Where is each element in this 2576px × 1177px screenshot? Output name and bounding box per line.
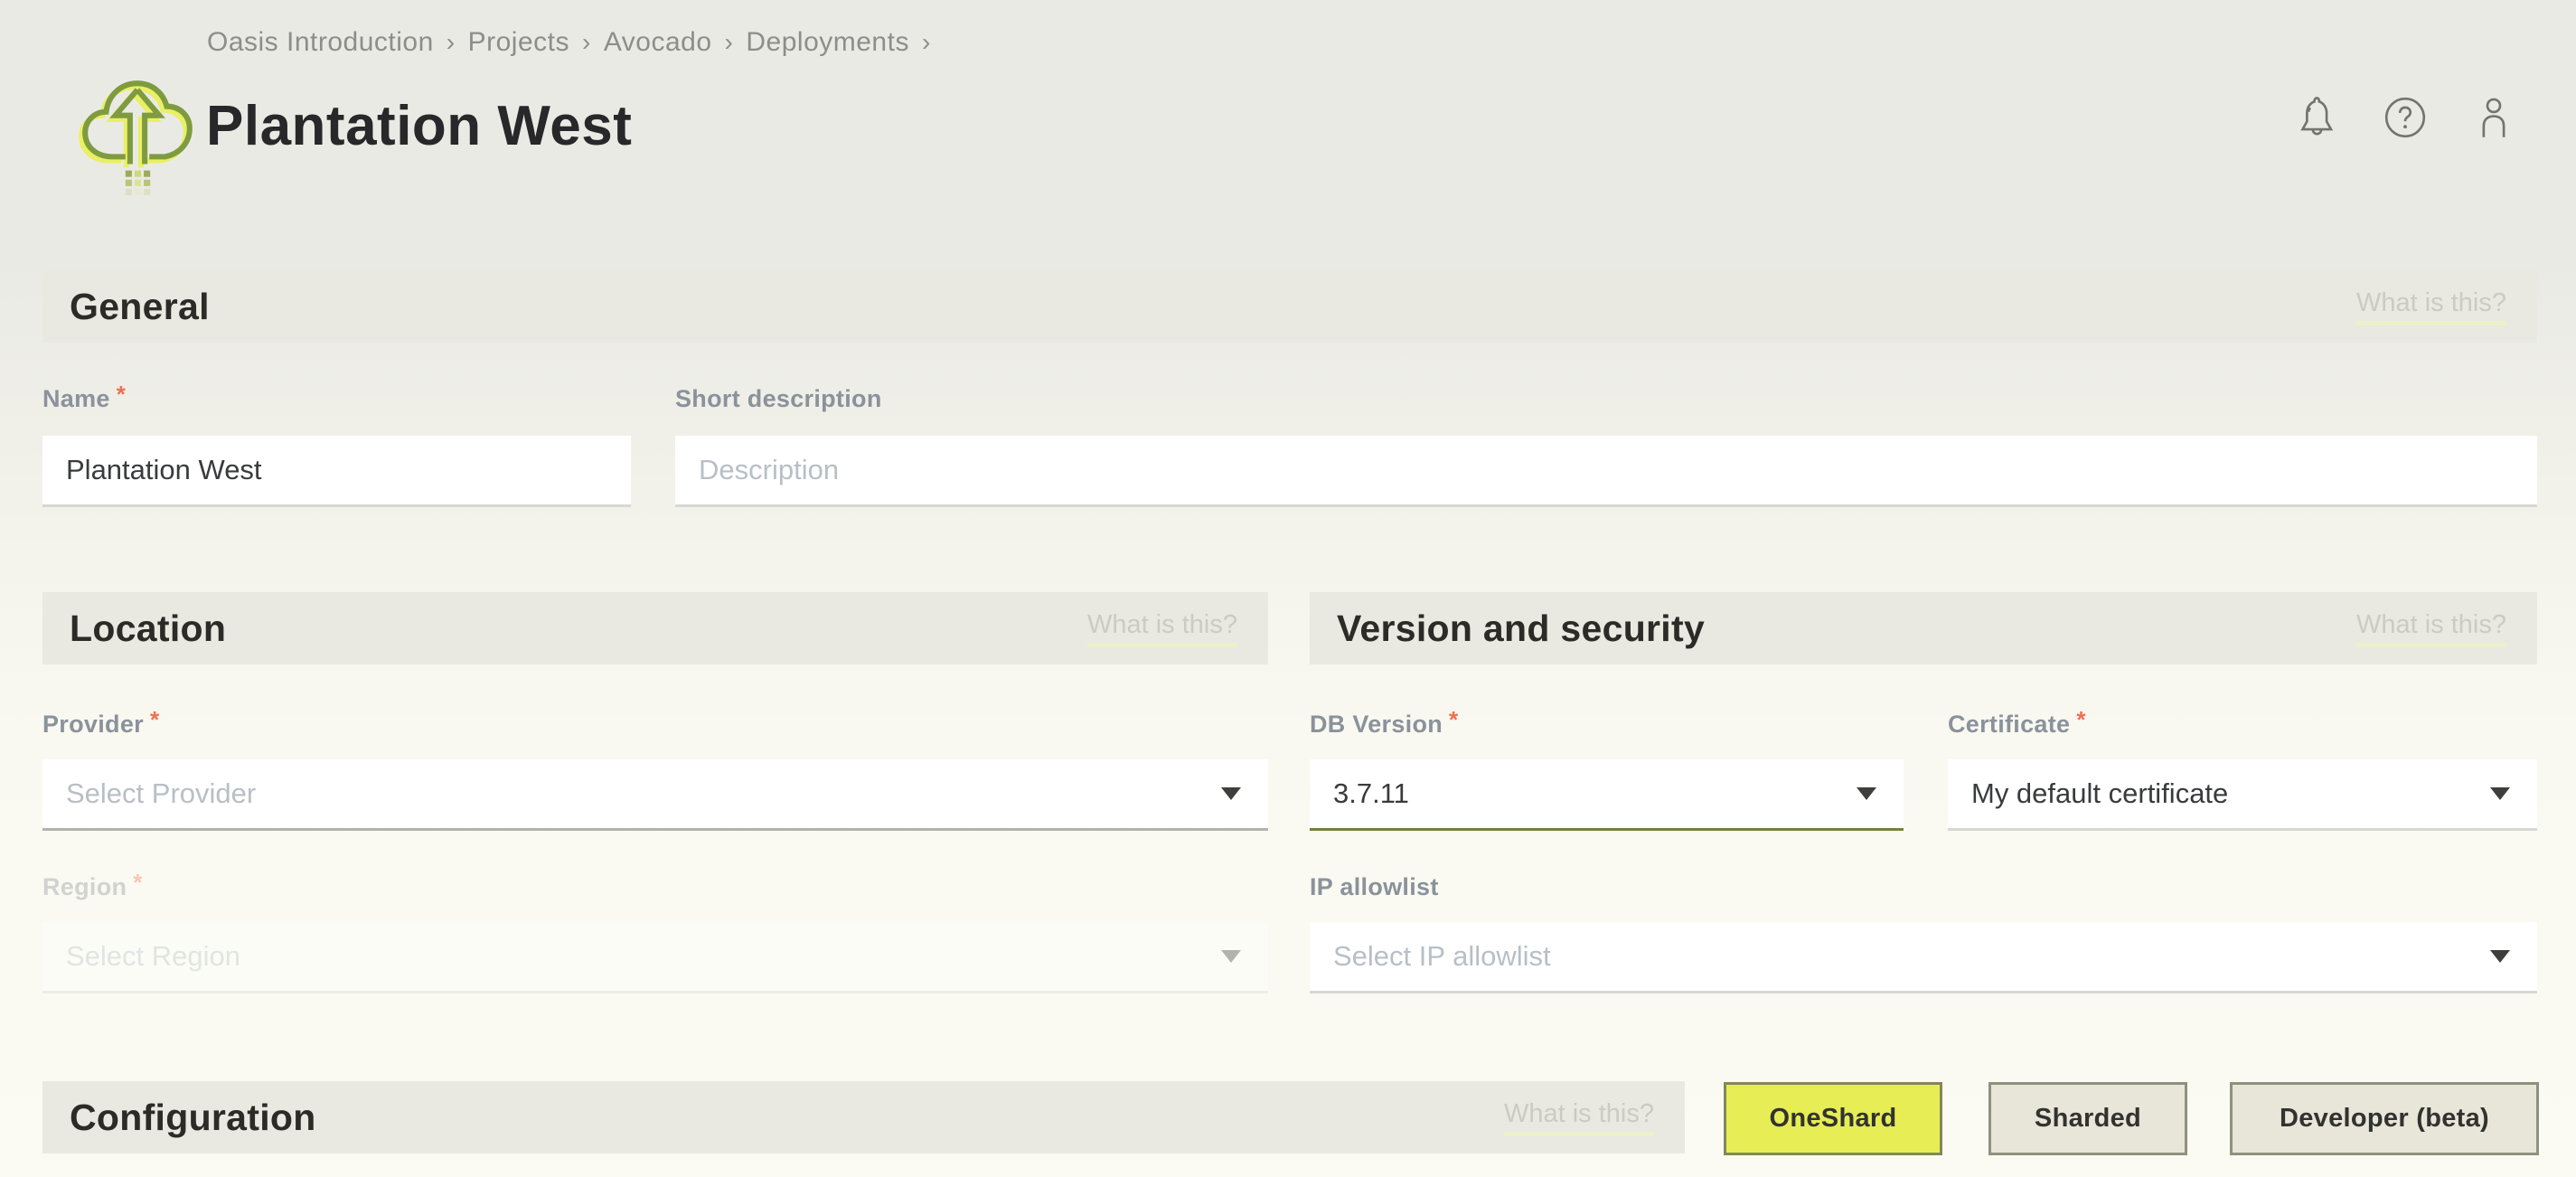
what-is-this-link[interactable]: What is this?: [1504, 1099, 1654, 1136]
breadcrumb-separator: ›: [582, 28, 591, 56]
mode-button-sharded[interactable]: Sharded: [1988, 1082, 2187, 1155]
what-is-this-link[interactable]: What is this?: [2356, 288, 2506, 325]
section-header-version-security: Version and security What is this?: [1310, 592, 2537, 664]
section-header-location: Location What is this?: [42, 592, 1268, 664]
notifications-bell-icon[interactable]: [2290, 89, 2343, 146]
certificate-label: Certificate*: [1948, 711, 2086, 739]
certificate-select[interactable]: My default certificate: [1948, 759, 2537, 831]
db-version-label: DB Version*: [1310, 711, 1458, 739]
provider-label: Provider*: [42, 711, 159, 739]
required-asterisk: *: [117, 381, 126, 408]
breadcrumb-item-oasis-introduction[interactable]: Oasis Introduction: [207, 27, 434, 57]
header-actions: [2290, 89, 2520, 146]
required-asterisk: *: [133, 869, 142, 896]
short-description-label: Short description: [675, 385, 882, 413]
what-is-this-link[interactable]: What is this?: [2356, 610, 2506, 647]
chevron-down-icon: [1221, 787, 1241, 800]
breadcrumb-separator: ›: [725, 28, 734, 56]
what-is-this-link[interactable]: What is this?: [1087, 610, 1237, 647]
chevron-down-icon: [2490, 787, 2510, 800]
chevron-down-icon: [2490, 950, 2510, 963]
section-header-configuration: Configuration What is this?: [42, 1081, 1685, 1153]
name-label: Name*: [42, 385, 126, 413]
breadcrumb-item-deployments[interactable]: Deployments: [746, 27, 909, 57]
breadcrumb: Oasis Introduction › Projects › Avocado › Depl…: [207, 27, 944, 58]
section-title: Location: [70, 607, 226, 650]
dotted-tail: [126, 171, 150, 195]
breadcrumb-separator: ›: [922, 28, 931, 56]
mode-button-oneshard[interactable]: OneShard: [1724, 1082, 1942, 1155]
db-version-select[interactable]: 3.7.11: [1310, 759, 1904, 831]
chevron-down-icon: [1221, 950, 1241, 963]
chevron-down-icon: [1857, 787, 1876, 800]
provider-placeholder: Select Provider: [66, 777, 256, 810]
user-icon[interactable]: [2468, 89, 2520, 146]
section-title: Version and security: [1337, 607, 1705, 650]
required-asterisk: *: [150, 706, 159, 733]
provider-select[interactable]: Select Provider: [42, 759, 1268, 831]
breadcrumb-separator: ›: [447, 28, 456, 56]
region-select: Select Region: [42, 922, 1268, 993]
deployment-edit-page: Oasis Introduction › Projects › Avocado › Depl…: [0, 0, 2576, 1177]
certificate-value: My default certificate: [1971, 777, 2228, 810]
mode-button-developer-beta[interactable]: Developer (beta): [2230, 1082, 2539, 1155]
region-label: Region*: [42, 873, 143, 901]
breadcrumb-item-projects[interactable]: Projects: [468, 27, 569, 57]
deployment-cloud-icon: [76, 69, 199, 197]
page-title: Plantation West: [206, 94, 632, 158]
name-input[interactable]: [42, 436, 631, 507]
help-icon[interactable]: [2379, 89, 2431, 146]
section-title: General: [70, 286, 210, 328]
breadcrumb-item-avocado[interactable]: Avocado: [604, 27, 712, 57]
section-header-general: General What is this?: [42, 270, 2537, 343]
ip-allowlist-select[interactable]: Select IP allowlist: [1310, 922, 2537, 993]
region-placeholder: Select Region: [66, 940, 240, 973]
ip-allowlist-placeholder: Select IP allowlist: [1333, 940, 1551, 973]
section-title: Configuration: [70, 1097, 316, 1139]
required-asterisk: *: [2076, 706, 2085, 733]
db-version-value: 3.7.11: [1333, 777, 1409, 810]
short-description-input[interactable]: [675, 436, 2537, 507]
ip-allowlist-label: IP allowlist: [1310, 873, 1439, 901]
required-asterisk: *: [1449, 706, 1458, 733]
